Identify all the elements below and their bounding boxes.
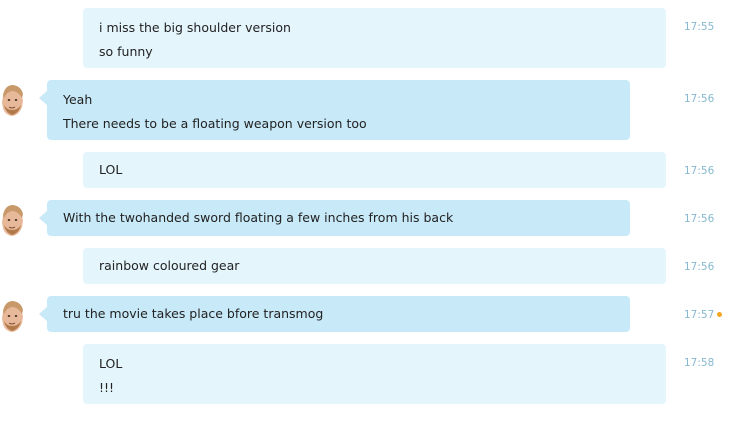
avatar[interactable]: [0, 297, 25, 334]
bearded-man-avatar-icon: [2, 85, 23, 116]
message-timestamp: 17:56: [684, 93, 715, 105]
message-bubble-outgoing[interactable]: LOL !!!: [83, 344, 666, 404]
message-text: tru the movie takes place bfore transmog: [63, 306, 324, 321]
message-text: LOL: [99, 356, 123, 371]
avatar[interactable]: [0, 81, 25, 118]
message-bubble-outgoing[interactable]: i miss the big shoulder version so funny: [83, 8, 666, 68]
bearded-man-avatar-icon: [2, 205, 23, 236]
bearded-man-avatar-icon: [2, 301, 23, 332]
message-text: rainbow coloured gear: [99, 258, 240, 273]
message-timestamp: 17:58: [684, 357, 715, 369]
message-timestamp: 17:56: [684, 165, 715, 177]
message-text: LOL: [99, 162, 123, 177]
message-text: so funny: [99, 44, 153, 59]
message-text: !!!: [99, 380, 115, 395]
message-text: There needs to be a floating weapon vers…: [63, 116, 367, 131]
message-bubble-outgoing[interactable]: LOL: [83, 152, 666, 188]
message-text: Yeah: [63, 92, 93, 107]
message-bubble-incoming[interactable]: With the twohanded sword floating a few …: [39, 200, 630, 236]
unread-dot-icon: [717, 312, 722, 317]
message-bubble-incoming[interactable]: Yeah There needs to be a floating weapon…: [39, 80, 630, 140]
message-text: With the twohanded sword floating a few …: [63, 210, 454, 225]
message-timestamp: 17:56: [684, 213, 715, 225]
avatar[interactable]: [0, 201, 25, 238]
message-bubble-outgoing[interactable]: rainbow coloured gear: [83, 248, 666, 284]
message-bubble-incoming[interactable]: tru the movie takes place bfore transmog: [39, 296, 630, 332]
message-timestamp: 17:55: [684, 21, 715, 33]
chat-history[interactable]: i miss the big shoulder version so funny…: [0, 0, 749, 445]
message-timestamp: 17:56: [684, 261, 715, 273]
message-timestamp: 17:57: [684, 309, 715, 321]
message-text: i miss the big shoulder version: [99, 20, 291, 35]
